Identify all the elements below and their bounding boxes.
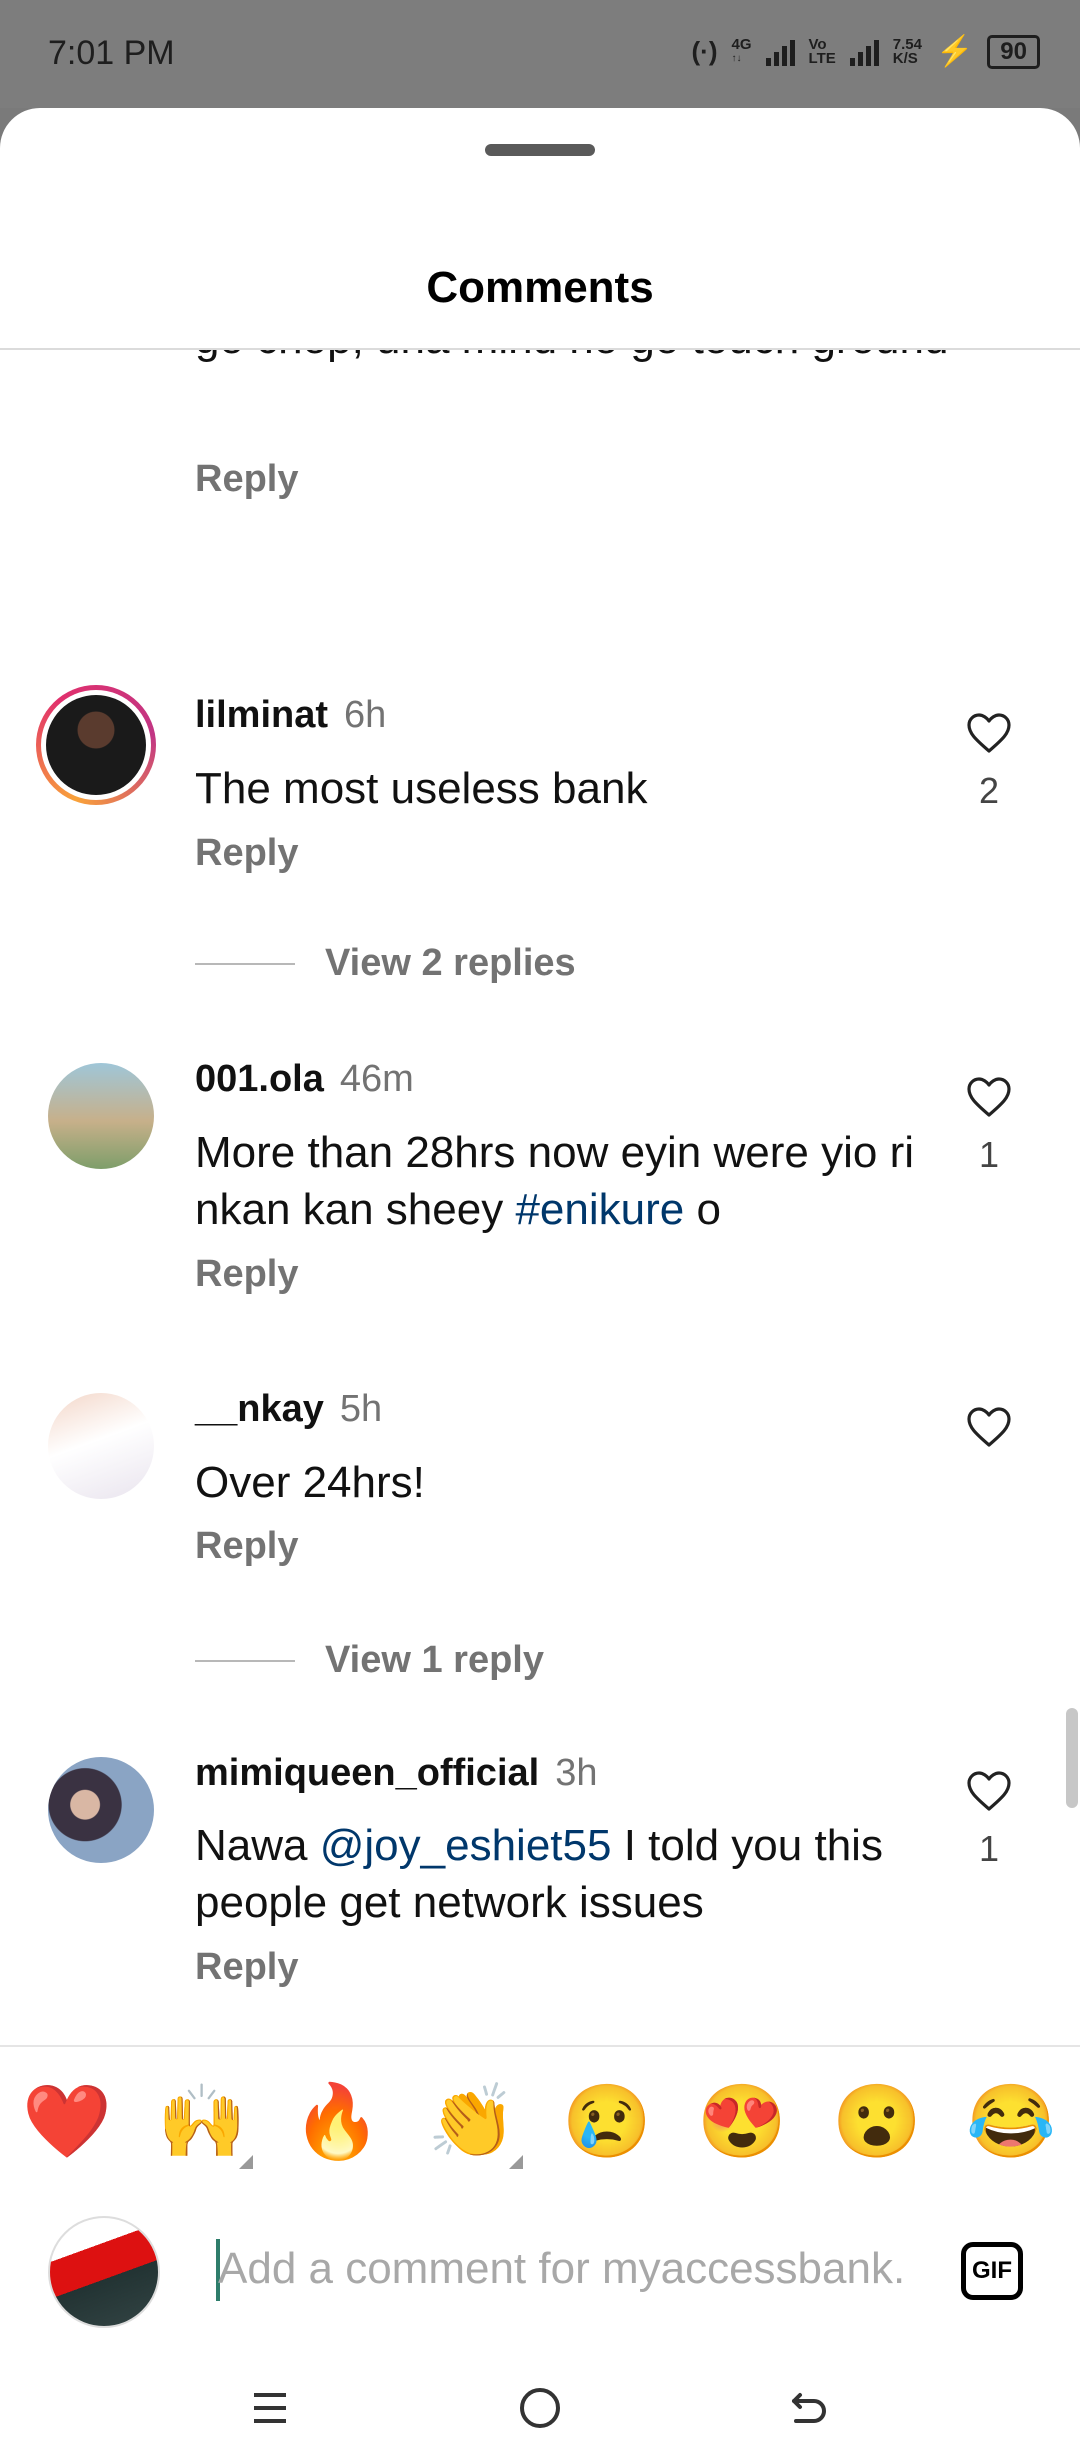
reply-button[interactable]: Reply — [195, 1525, 298, 1568]
signal-icon — [765, 38, 795, 66]
skin-tone-corner-icon — [239, 2155, 253, 2169]
emoji-surprised[interactable]: 😮 — [832, 2077, 922, 2167]
timestamp: 5h — [339, 1388, 383, 1430]
signal-icon-2 — [849, 38, 879, 66]
avatar-story-ring[interactable] — [36, 685, 156, 805]
avatar[interactable] — [48, 1063, 154, 1169]
replies-line — [195, 962, 295, 965]
like-count: 1 — [978, 1828, 1000, 1869]
heart-outline-icon[interactable] — [965, 1075, 1013, 1119]
reply-button[interactable]: Reply — [195, 832, 298, 875]
comment-text: Nawa @joy_eshiet55 I told you this peopl… — [195, 1821, 883, 1927]
home-circle-icon[interactable] — [510, 2383, 570, 2433]
emoji-clap[interactable]: 👏 — [427, 2077, 523, 2169]
back-icon[interactable] — [780, 2383, 840, 2433]
comments-list[interactable]: go chop, una mind no go touch ground Rep… — [0, 350, 1080, 2045]
username[interactable]: __nkay — [195, 1388, 324, 1430]
system-nav-bar — [0, 2357, 1080, 2460]
status-bar: 7:01 PM (·) 4G ↑↓ Vo LTE 7.54 K/S ⚡ 90 — [0, 0, 1080, 108]
replies-line — [195, 1659, 295, 1662]
reply-button[interactable]: Reply — [195, 1946, 298, 1989]
avatar[interactable] — [48, 1393, 154, 1499]
reply-button[interactable]: Reply — [195, 1253, 298, 1296]
comment-meta: __nkay 5h — [195, 1386, 382, 1432]
comment-text-partial: go chop, una mind no go touch ground — [195, 350, 955, 368]
avatar[interactable] — [48, 1757, 154, 1863]
emoji-raised-hands[interactable]: 🙌 — [157, 2077, 253, 2169]
status-time: 7:01 PM — [48, 34, 175, 72]
hashtag-link[interactable]: #enikure — [515, 1185, 684, 1234]
comment-meta: mimiqueen_official 3h — [195, 1750, 597, 1796]
self-avatar — [48, 2216, 160, 2328]
heart-outline-icon[interactable] — [965, 711, 1013, 755]
emoji-quick-bar: ❤️ 🙌 🔥 👏 😢 😍 😮 😂 — [0, 2045, 1080, 2189]
comment-meta: 001.ola 46m — [195, 1056, 414, 1102]
menu-icon[interactable] — [240, 2383, 300, 2433]
heart-outline-icon[interactable] — [965, 1769, 1013, 1813]
view-replies-button[interactable]: View 2 replies — [195, 942, 576, 985]
reply-button[interactable]: Reply — [195, 458, 298, 501]
drag-handle[interactable] — [485, 144, 595, 156]
speed-label: 7.54 K/S — [892, 35, 922, 67]
username[interactable]: 001.ola — [195, 1058, 324, 1100]
mention-link[interactable]: @joy_eshiet55 — [320, 1821, 612, 1870]
emoji-heart[interactable]: ❤️ — [22, 2077, 112, 2167]
avatar — [46, 695, 146, 795]
comment-composer: GIF — [0, 2187, 1080, 2357]
view-replies-button[interactable]: View 1 reply — [195, 1639, 544, 1682]
hotspot-icon: (·) — [691, 36, 718, 66]
scrollbar-thumb[interactable] — [1066, 1708, 1078, 1808]
comment-input[interactable] — [218, 2233, 908, 2305]
comment-text: Over 24hrs! — [195, 1458, 425, 1507]
timestamp: 46m — [339, 1058, 414, 1100]
view-replies-label: View 1 reply — [325, 1639, 544, 1681]
heart-outline-icon[interactable] — [965, 1405, 1013, 1449]
emoji-laughing[interactable]: 😂 — [966, 2077, 1056, 2167]
network-4g-label: 4G ↑↓ — [731, 35, 752, 64]
like-count: 1 — [978, 1134, 1000, 1175]
gif-icon[interactable]: GIF — [961, 2242, 1023, 2300]
timestamp: 6h — [344, 694, 387, 736]
comment-meta: lilminat 6h — [195, 692, 386, 738]
comments-sheet: Comments go chop, una mind no go touch g… — [0, 108, 1080, 2460]
emoji-fire[interactable]: 🔥 — [292, 2077, 382, 2167]
skin-tone-corner-icon — [509, 2155, 523, 2169]
battery-icon: 90 — [987, 34, 1040, 69]
timestamp: 3h — [555, 1752, 598, 1794]
username[interactable]: lilminat — [195, 694, 328, 736]
volte-label: Vo LTE — [808, 35, 836, 67]
sheet-title: Comments — [426, 263, 654, 312]
emoji-heart-eyes[interactable]: 😍 — [697, 2077, 787, 2167]
comment-text: The most useless bank — [195, 764, 648, 813]
like-count: 2 — [978, 770, 1000, 811]
comment-text: More than 28hrs now eyin were yio ri nka… — [195, 1128, 914, 1234]
view-replies-label: View 2 replies — [325, 942, 576, 984]
emoji-crying[interactable]: 😢 — [562, 2077, 652, 2167]
status-icons: (·) 4G ↑↓ Vo LTE 7.54 K/S ⚡ 90 — [692, 34, 1040, 69]
username[interactable]: mimiqueen_official — [195, 1752, 539, 1794]
charging-icon: ⚡ — [935, 35, 974, 68]
